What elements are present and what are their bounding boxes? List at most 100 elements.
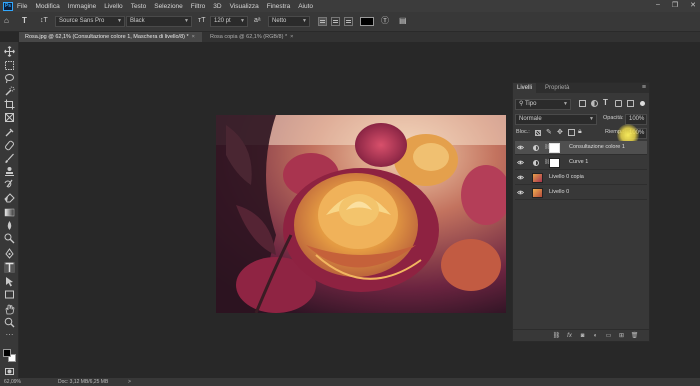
restore-icon[interactable]: ❐ (672, 1, 678, 9)
close-icon[interactable]: × (290, 34, 293, 40)
font-size-value: 120 pt (214, 18, 231, 24)
foreground-color-swatch[interactable] (3, 349, 11, 357)
eraser-tool-icon[interactable] (4, 192, 15, 203)
status-arrow-icon[interactable]: > (128, 378, 131, 386)
lock-label: Bloc.: (516, 129, 530, 135)
menu-filtro[interactable]: Filtro (191, 3, 205, 10)
gradient-tool-icon[interactable] (4, 207, 15, 218)
minimize-icon[interactable]: – (656, 1, 660, 9)
antialias-select[interactable]: Netto ▼ (268, 16, 310, 27)
type-filter-icon[interactable]: T (603, 98, 608, 107)
lock-all-icon[interactable]: 🔒︎ (578, 128, 582, 136)
hand-tool-icon[interactable] (4, 304, 15, 315)
layer-mask-thumbnail[interactable] (549, 158, 560, 168)
menu-modifica[interactable]: Modifica (35, 3, 59, 10)
menu-3d[interactable]: 3D (213, 3, 221, 10)
path-selection-tool-icon[interactable] (4, 276, 15, 287)
blur-tool-icon[interactable] (4, 220, 15, 231)
crop-tool-icon[interactable] (4, 99, 15, 110)
lock-position-icon[interactable]: ✥ (557, 128, 563, 136)
photoshop-logo-icon[interactable]: Ps (3, 1, 13, 11)
rose-photo[interactable] (216, 115, 506, 313)
clone-stamp-tool-icon[interactable] (4, 166, 15, 177)
blend-mode-select[interactable]: Normale ▼ (515, 114, 597, 125)
font-style-select[interactable]: Black ▼ (126, 16, 192, 27)
orientation-toggle-icon[interactable]: ↕T (40, 16, 48, 26)
layer-row-curve[interactable]: ⛓ Curve 1 (515, 156, 647, 170)
eye-icon[interactable] (517, 174, 524, 181)
menu-livello[interactable]: Livello (104, 3, 122, 10)
dodge-tool-icon[interactable] (4, 233, 15, 244)
layer-name: Livello 0 (549, 189, 570, 195)
layer-mask-thumbnail[interactable] (549, 143, 560, 153)
layer-row-livello-0-copia[interactable]: Livello 0 copia (515, 171, 647, 185)
lasso-tool-icon[interactable] (4, 73, 15, 84)
link-icon[interactable]: ⛓ (552, 332, 561, 339)
marquee-tool-icon[interactable] (4, 60, 15, 71)
eye-icon[interactable] (517, 159, 524, 166)
menu-testo[interactable]: Testo (131, 3, 147, 10)
font-size-select[interactable]: 120 pt ▼ (210, 16, 248, 27)
type-tool-icon[interactable] (4, 262, 15, 273)
panel-menu-icon[interactable]: ≡ (642, 84, 646, 91)
layers-panel: Livelli Proprietà ≡ ⚲ Tipo ▼ T Normale ▼ O… (512, 82, 650, 342)
zoom-level[interactable]: 62,09% (4, 378, 21, 386)
tab-livelli[interactable]: Livelli (513, 83, 537, 93)
layer-thumbnail[interactable] (532, 188, 543, 198)
frame-tool-icon[interactable] (4, 112, 15, 123)
menu-aiuto[interactable]: Aiuto (298, 3, 313, 10)
eye-icon[interactable] (517, 144, 524, 151)
zoom-tool-icon[interactable] (4, 317, 15, 328)
warp-text-icon[interactable]: Ⓣ (381, 16, 389, 26)
new-layer-icon[interactable]: ⊞ (617, 332, 626, 339)
tab-rosa-copia[interactable]: Rosa copia @ 62,1% (RGB/8) * × (204, 32, 304, 42)
history-brush-tool-icon[interactable] (4, 179, 15, 190)
healing-brush-tool-icon[interactable] (4, 140, 15, 151)
type-tool-preset-icon[interactable]: T (22, 16, 27, 26)
close-icon[interactable]: × (192, 34, 195, 40)
shape-filter-icon[interactable] (615, 100, 622, 107)
menu-finestra[interactable]: Finestra (267, 3, 290, 10)
adjustment-icon[interactable]: ◐ (591, 333, 600, 339)
fx-icon[interactable]: fx (565, 333, 574, 339)
font-family-select[interactable]: Source Sans Pro ▼ (55, 16, 125, 27)
close-icon[interactable]: ✕ (690, 1, 696, 9)
quick-selection-tool-icon[interactable] (4, 86, 15, 97)
lock-transparent-icon[interactable] (535, 130, 541, 136)
rectangle-tool-icon[interactable] (4, 289, 15, 300)
menu-file[interactable]: File (17, 3, 27, 10)
menu-immagine[interactable]: Immagine (68, 3, 97, 10)
layer-thumbnail[interactable] (532, 173, 543, 183)
eye-icon[interactable] (517, 189, 524, 196)
character-panel-icon[interactable]: ▤ (399, 16, 407, 26)
filter-toggle-icon[interactable] (640, 101, 645, 106)
layer-row-livello-0[interactable]: Livello 0 (515, 186, 647, 200)
quick-mask-icon[interactable] (4, 366, 15, 377)
mask-icon[interactable]: ◙ (578, 333, 587, 339)
lock-pixels-icon[interactable]: ✎ (546, 128, 552, 136)
menu-visualizza[interactable]: Visualizza (230, 3, 259, 10)
trash-icon[interactable]: 🗑︎ (630, 332, 639, 339)
align-center-icon[interactable] (331, 17, 340, 26)
pen-tool-icon[interactable] (4, 248, 15, 259)
panel-tabs: Livelli Proprietà ≡ (513, 83, 649, 93)
lock-artboard-icon[interactable] (568, 129, 575, 136)
tab-rosa[interactable]: Rosa.jpg @ 62,1% (Consultazione colore 1… (19, 32, 202, 42)
menu-selezione[interactable]: Selezione (154, 3, 183, 10)
menu-bar: Ps File Modifica Immagine Livello Testo … (0, 0, 700, 12)
eyedropper-tool-icon[interactable] (4, 127, 15, 138)
folder-icon[interactable]: ▭ (604, 332, 613, 339)
adjustment-filter-icon[interactable] (591, 100, 598, 107)
more-tools-icon[interactable]: ··· (4, 331, 15, 342)
align-left-icon[interactable] (318, 17, 327, 26)
text-color-swatch[interactable] (360, 17, 374, 26)
brush-tool-icon[interactable] (4, 153, 15, 164)
move-tool-icon[interactable] (4, 46, 15, 57)
home-icon[interactable]: ⌂ (4, 16, 9, 26)
smart-object-filter-icon[interactable] (627, 100, 634, 107)
pixel-filter-icon[interactable] (579, 100, 586, 107)
filter-select[interactable]: ⚲ Tipo ▼ (515, 99, 571, 110)
align-right-icon[interactable] (344, 17, 353, 26)
tab-proprieta[interactable]: Proprietà (541, 83, 573, 93)
layer-row-consultazione-colore[interactable]: ⛓ Consultazione colore 1 (515, 141, 647, 155)
